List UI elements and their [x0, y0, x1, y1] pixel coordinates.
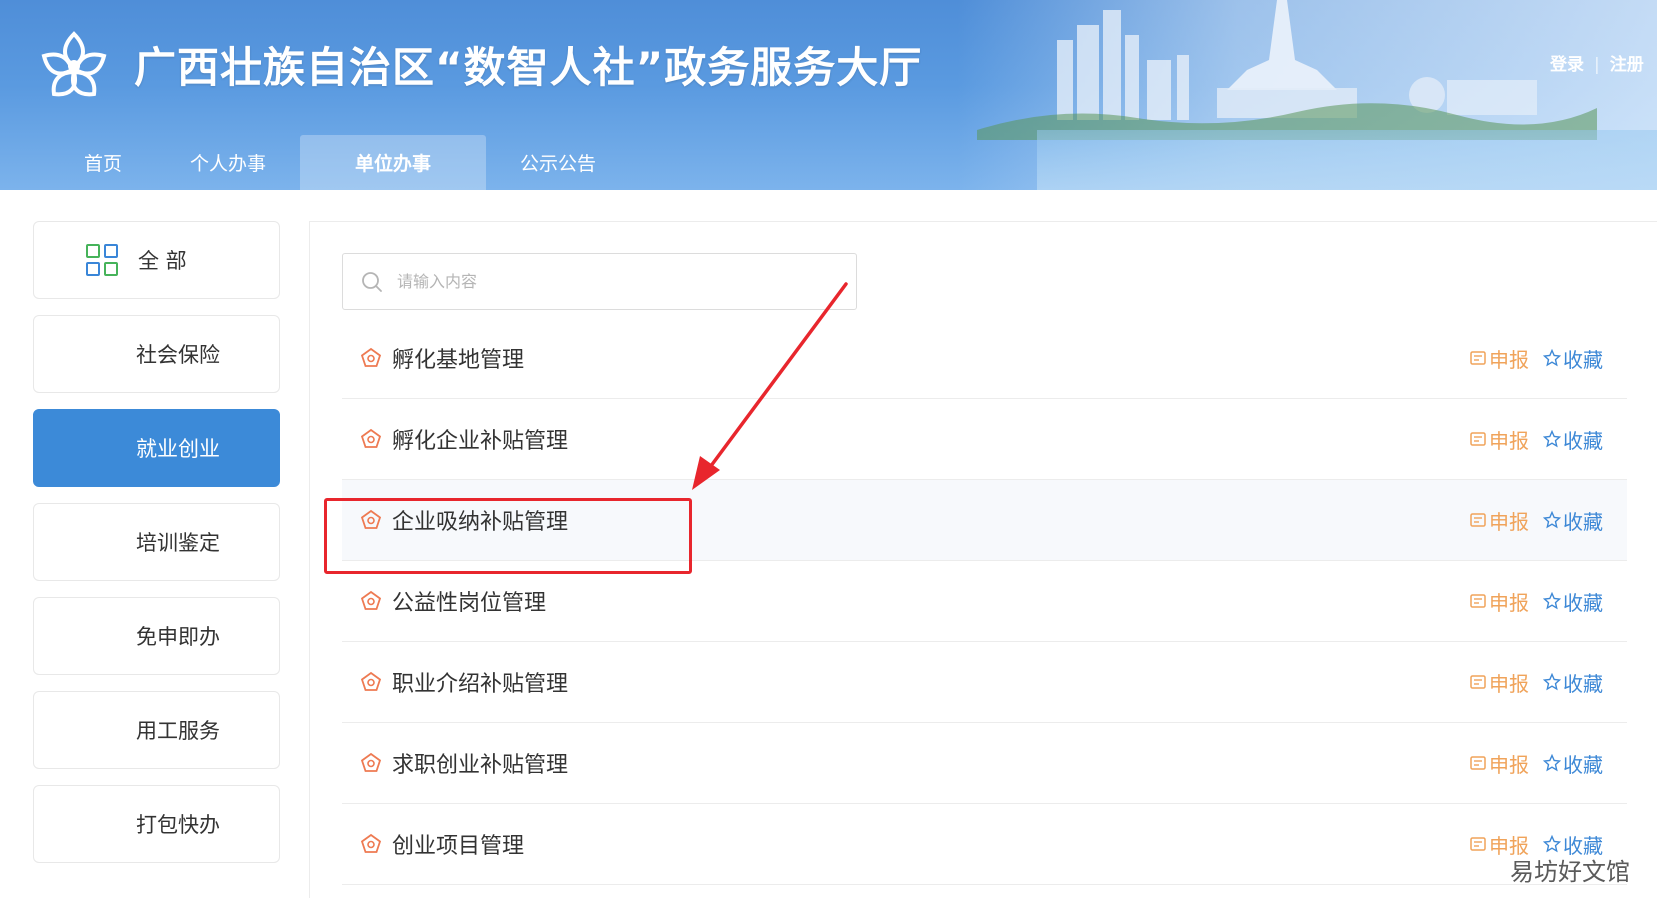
- star-icon: [1543, 511, 1561, 529]
- sidebar-item-training[interactable]: 培训鉴定: [33, 503, 280, 581]
- star-icon: [1543, 592, 1561, 610]
- sidebar-item-employment[interactable]: 就业创业: [33, 409, 280, 487]
- form-icon: [1470, 351, 1486, 365]
- sidebar-item-label: 培训鉴定: [136, 531, 220, 555]
- header-water: [1037, 130, 1657, 190]
- form-icon: [1470, 594, 1486, 608]
- sidebar-item-bundled[interactable]: 打包快办: [33, 785, 280, 863]
- service-title[interactable]: 孵化企业补贴管理: [392, 423, 1469, 455]
- apply-label: 申报: [1489, 347, 1529, 372]
- sidebar-item-label: 就业创业: [136, 437, 220, 461]
- sidebar-item-all[interactable]: 全 部: [33, 221, 280, 299]
- search-icon: [362, 271, 382, 292]
- form-icon: [1470, 837, 1486, 851]
- sidebar-item-label: 用工服务: [136, 719, 220, 743]
- star-icon: [1543, 673, 1561, 691]
- star-icon: [1543, 754, 1561, 772]
- favorite-label: 收藏: [1563, 509, 1603, 534]
- form-icon: [1470, 513, 1486, 527]
- star-icon: [1543, 430, 1561, 448]
- pentagon-icon: [360, 833, 382, 853]
- pentagon-icon: [360, 428, 382, 448]
- apply-button[interactable]: 申报: [1469, 425, 1529, 454]
- search-input[interactable]: [397, 272, 837, 291]
- watermark-text: 易坊好文馆: [1510, 858, 1630, 886]
- nav-home[interactable]: 首页: [50, 135, 156, 190]
- favorite-label: 收藏: [1563, 590, 1603, 615]
- favorite-button[interactable]: 收藏: [1543, 587, 1603, 616]
- apply-label: 申报: [1489, 752, 1529, 777]
- service-title[interactable]: 孵化基地管理: [392, 342, 1469, 374]
- site-logo-icon: [41, 31, 107, 97]
- register-link[interactable]: 注册: [1610, 55, 1644, 75]
- apply-button[interactable]: 申报: [1469, 344, 1529, 373]
- service-title[interactable]: 创业项目管理: [392, 828, 1469, 860]
- nav-personal-affairs[interactable]: 个人办事: [156, 135, 300, 190]
- apply-label: 申报: [1489, 428, 1529, 453]
- apply-button[interactable]: 申报: [1469, 587, 1529, 616]
- form-icon: [1470, 756, 1486, 770]
- favorite-label: 收藏: [1563, 752, 1603, 777]
- favorite-button[interactable]: 收藏: [1543, 344, 1603, 373]
- favorite-button[interactable]: 收藏: [1543, 506, 1603, 535]
- sidebar-item-labor-services[interactable]: 用工服务: [33, 691, 280, 769]
- sidebar-item-auto-handle[interactable]: 免申即办: [33, 597, 280, 675]
- service-title[interactable]: 职业介绍补贴管理: [392, 666, 1469, 698]
- apply-label: 申报: [1489, 509, 1529, 534]
- category-sidebar: 全 部 社会保险 就业创业 培训鉴定 免申即办 用工服务 打包快办: [33, 221, 280, 879]
- form-icon: [1470, 432, 1486, 446]
- site-header: 广西壮族自治区“数智人社”政务服务大厅 登录 | 注册 首页 个人办事 单位办事 公…: [0, 0, 1657, 190]
- favorite-label: 收藏: [1563, 428, 1603, 453]
- sidebar-item-social-insurance[interactable]: 社会保险: [33, 315, 280, 393]
- nav-unit-affairs[interactable]: 单位办事: [300, 135, 487, 190]
- sidebar-item-label: 全 部: [138, 249, 187, 273]
- sidebar-item-label: 打包快办: [136, 813, 220, 837]
- service-title[interactable]: 求职创业补贴管理: [392, 747, 1469, 779]
- favorite-label: 收藏: [1563, 347, 1603, 372]
- service-list: 孵化基地管理 申报 收藏 孵化企业补贴管理 申报 收藏 企业吸纳补贴管理 申报 …: [342, 318, 1627, 885]
- pentagon-icon: [360, 752, 382, 772]
- form-icon: [1470, 675, 1486, 689]
- pentagon-icon: [360, 671, 382, 691]
- list-item[interactable]: 孵化企业补贴管理 申报 收藏: [342, 399, 1627, 480]
- star-icon: [1543, 349, 1561, 367]
- service-panel: 孵化基地管理 申报 收藏 孵化企业补贴管理 申报 收藏 企业吸纳补贴管理 申报 …: [309, 221, 1657, 898]
- apply-label: 申报: [1489, 590, 1529, 615]
- list-item[interactable]: 职业介绍补贴管理 申报 收藏: [342, 642, 1627, 723]
- sidebar-item-label: 社会保险: [136, 343, 220, 367]
- pentagon-icon: [360, 347, 382, 367]
- apply-button[interactable]: 申报: [1469, 668, 1529, 697]
- main-nav: 首页 个人办事 单位办事 公示公告: [50, 135, 630, 190]
- service-title[interactable]: 企业吸纳补贴管理: [392, 504, 1469, 536]
- favorite-button[interactable]: 收藏: [1543, 668, 1603, 697]
- login-link[interactable]: 登录: [1550, 55, 1584, 75]
- auth-separator: |: [1594, 55, 1600, 75]
- pentagon-icon: [360, 509, 382, 529]
- favorite-button[interactable]: 收藏: [1543, 425, 1603, 454]
- service-title[interactable]: 公益性岗位管理: [392, 585, 1469, 617]
- apply-label: 申报: [1489, 671, 1529, 696]
- list-item[interactable]: 求职创业补贴管理 申报 收藏: [342, 723, 1627, 804]
- grid-icon: [86, 244, 118, 276]
- site-title: 广西壮族自治区“数智人社”政务服务大厅: [134, 43, 923, 92]
- nav-announcements[interactable]: 公示公告: [486, 135, 630, 190]
- search-box: [342, 253, 857, 310]
- star-icon: [1543, 835, 1561, 853]
- favorite-label: 收藏: [1563, 671, 1603, 696]
- list-item[interactable]: 创业项目管理 申报 收藏: [342, 804, 1627, 885]
- list-item[interactable]: 公益性岗位管理 申报 收藏: [342, 561, 1627, 642]
- favorite-button[interactable]: 收藏: [1543, 749, 1603, 778]
- list-item[interactable]: 孵化基地管理 申报 收藏: [342, 318, 1627, 399]
- auth-links: 登录 | 注册: [1550, 50, 1644, 75]
- apply-button[interactable]: 申报: [1469, 749, 1529, 778]
- sidebar-item-label: 免申即办: [136, 625, 220, 649]
- list-item[interactable]: 企业吸纳补贴管理 申报 收藏: [342, 480, 1627, 561]
- apply-button[interactable]: 申报: [1469, 506, 1529, 535]
- pentagon-icon: [360, 590, 382, 610]
